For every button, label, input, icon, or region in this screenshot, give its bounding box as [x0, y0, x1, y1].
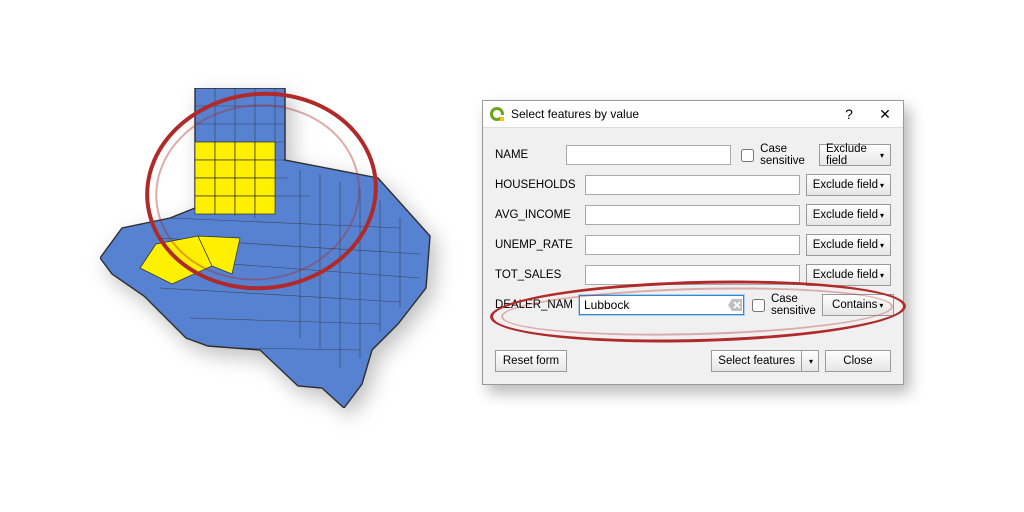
close-window-button[interactable]: ✕ [871, 104, 899, 124]
dialog-body: NAME Case sensitive Exclude field▾ HOUSE… [483, 128, 903, 384]
field-row-name: NAME Case sensitive Exclude field▾ [495, 142, 891, 168]
avg-income-input[interactable] [585, 205, 800, 225]
caret-down-icon: ▾ [880, 271, 884, 280]
avg-income-mode-button[interactable]: Exclude field▾ [806, 204, 891, 226]
field-label: AVG_INCOME [495, 209, 579, 221]
select-features-dialog: Select features by value ? ✕ NAME Case s… [482, 100, 904, 385]
caret-down-icon: ▾ [809, 357, 813, 366]
caret-down-icon: ▾ [880, 241, 884, 250]
unemp-rate-mode-button[interactable]: Exclude field▾ [806, 234, 891, 256]
field-label: UNEMP_RATE [495, 239, 579, 251]
case-sensitive-checkbox[interactable] [752, 299, 765, 312]
caret-down-icon: ▾ [880, 181, 884, 190]
dialog-titlebar[interactable]: Select features by value ? ✕ [483, 101, 903, 128]
caret-down-icon: ▾ [880, 211, 884, 220]
case-sensitive-checkbox[interactable] [741, 149, 754, 162]
households-mode-button[interactable]: Exclude field▾ [806, 174, 891, 196]
households-input[interactable] [585, 175, 800, 195]
field-label: HOUSEHOLDS [495, 179, 579, 191]
case-sensitive-toggle[interactable]: Case sensitive [737, 143, 813, 167]
field-label: NAME [495, 149, 560, 161]
clear-input-icon[interactable] [728, 298, 742, 312]
field-label: DEALER_NAM [495, 299, 573, 311]
tot-sales-mode-button[interactable]: Exclude field▾ [806, 264, 891, 286]
caret-down-icon: ▾ [880, 151, 884, 160]
qgis-icon [489, 106, 505, 122]
dealer-nam-mode-button[interactable]: Contains▾ [822, 294, 894, 316]
help-button[interactable]: ? [835, 104, 863, 124]
texas-county-map[interactable] [100, 88, 440, 408]
field-row-unemp-rate: UNEMP_RATE Exclude field▾ [495, 232, 891, 258]
name-mode-button[interactable]: Exclude field▾ [819, 144, 891, 166]
texas-outline [100, 88, 430, 408]
caret-down-icon: ▾ [879, 301, 883, 310]
unemp-rate-input[interactable] [585, 235, 800, 255]
reset-form-button[interactable]: Reset form [495, 350, 567, 372]
field-row-avg-income: AVG_INCOME Exclude field▾ [495, 202, 891, 228]
field-row-dealer-nam: DEALER_NAM Case sensitive Contains▾ [495, 292, 891, 318]
select-features-button[interactable]: Select features [711, 350, 801, 372]
select-features-split-button: Select features ▾ [711, 350, 819, 372]
field-row-tot-sales: TOT_SALES Exclude field▾ [495, 262, 891, 288]
close-button[interactable]: Close [825, 350, 891, 372]
select-features-dropdown[interactable]: ▾ [801, 350, 819, 372]
field-row-households: HOUSEHOLDS Exclude field▾ [495, 172, 891, 198]
name-input[interactable] [566, 145, 731, 165]
case-sensitive-toggle[interactable]: Case sensitive [748, 293, 816, 317]
dealer-nam-input[interactable] [579, 295, 744, 315]
tot-sales-input[interactable] [585, 265, 800, 285]
dialog-title: Select features by value [511, 107, 835, 121]
dialog-footer: Reset form Select features ▾ Close [495, 322, 891, 372]
field-label: TOT_SALES [495, 269, 579, 281]
